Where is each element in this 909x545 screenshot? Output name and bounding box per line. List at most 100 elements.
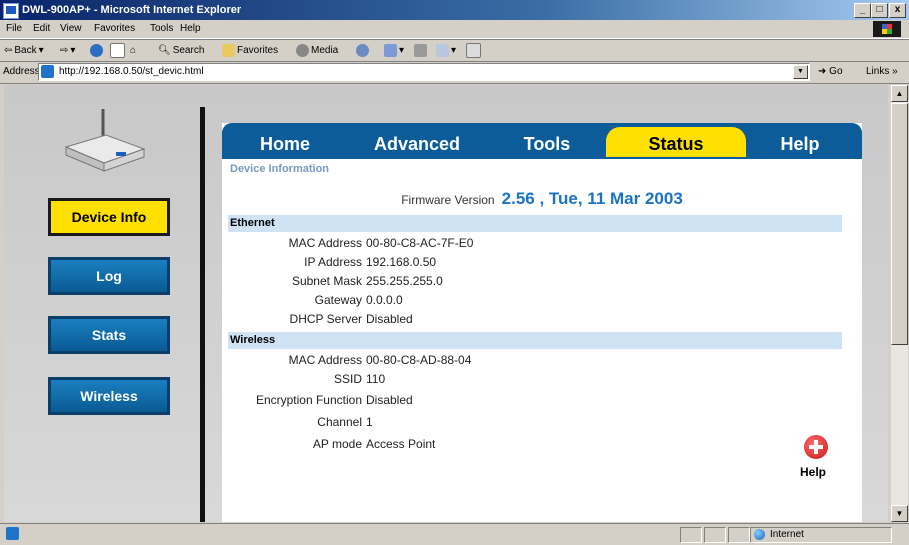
- back-button[interactable]: ⇦ Back ▾: [4, 43, 44, 57]
- refresh-button[interactable]: [110, 42, 125, 58]
- tab-home[interactable]: Home: [230, 127, 340, 157]
- discuss-icon: [466, 42, 481, 58]
- field-label: Encryption Function: [255, 393, 362, 407]
- discuss-button[interactable]: [466, 42, 481, 58]
- window-title: DWL-900AP+ - Microsoft Internet Explorer: [22, 4, 242, 16]
- go-button[interactable]: ➜ Go: [818, 66, 843, 77]
- tab-tools[interactable]: Tools: [492, 127, 602, 157]
- help-plus-icon[interactable]: [804, 435, 828, 459]
- firmware-label: Firmware Version: [401, 193, 495, 207]
- field-value: Disabled: [366, 393, 413, 407]
- field-label: IP Address: [304, 255, 362, 269]
- address-url: http://192.168.0.50/st_devic.html: [59, 66, 204, 77]
- wireless-row: AP mode Access Point: [222, 437, 842, 455]
- ethernet-row: Gateway 0.0.0.0: [222, 293, 842, 311]
- field-label: Gateway: [314, 293, 362, 307]
- tab-advanced[interactable]: Advanced: [352, 127, 482, 157]
- sidebar-item-device-info[interactable]: Device Info: [48, 198, 170, 236]
- field-value: 0.0.0.0: [366, 293, 403, 307]
- page-title: Device Information: [230, 163, 330, 175]
- search-button[interactable]: 🔍︎ Search: [158, 43, 204, 57]
- mail-button[interactable]: ▾: [384, 43, 404, 57]
- toolbar: ⇦ Back ▾ ⇨ ▾ ⌂ 🔍︎ Search Favorites Media …: [0, 39, 909, 62]
- close-button[interactable]: x: [889, 3, 906, 18]
- links-button[interactable]: Links »: [866, 66, 898, 77]
- address-input[interactable]: http://192.168.0.50/st_devic.html ▼: [38, 63, 810, 81]
- status-panel: [728, 527, 750, 543]
- help-link[interactable]: Help: [800, 465, 826, 479]
- print-button[interactable]: [414, 43, 427, 57]
- ethernet-row: Subnet Mask 255.255.255.0: [222, 274, 842, 292]
- back-arrow-icon: ⇦: [4, 44, 13, 56]
- print-icon: [414, 43, 427, 57]
- back-label: Back: [14, 44, 37, 56]
- menu-tools[interactable]: Tools: [150, 23, 173, 34]
- sidebar-item-log[interactable]: Log: [48, 257, 170, 295]
- field-value: 192.168.0.50: [366, 255, 437, 269]
- page-icon: [41, 65, 54, 78]
- refresh-icon: [110, 42, 125, 58]
- menu-favorites[interactable]: Favorites: [94, 23, 135, 34]
- edit-button[interactable]: ▾: [436, 43, 456, 57]
- main-panel: Home Advanced Tools Status Help Device I…: [222, 123, 862, 522]
- address-bar: Address http://192.168.0.50/st_devic.htm…: [0, 61, 909, 84]
- search-label: Search: [172, 44, 205, 56]
- access-point-device-icon: [64, 109, 146, 172]
- field-value: Disabled: [366, 312, 413, 326]
- windows-logo-icon: [873, 21, 901, 37]
- ethernet-row: MAC Address 00-80-C8-AC-7F-E0: [222, 236, 842, 254]
- status-bar: Internet: [0, 523, 909, 545]
- panel-divider: [200, 107, 205, 522]
- zone-label: Internet: [770, 529, 804, 540]
- wireless-row: SSID 110: [222, 372, 842, 390]
- ethernet-row: IP Address 192.168.0.50: [222, 255, 842, 273]
- field-label: MAC Address: [288, 353, 362, 367]
- address-dropdown-button[interactable]: ▼: [793, 65, 808, 79]
- scroll-down-button[interactable]: ▼: [891, 505, 908, 522]
- vertical-scrollbar[interactable]: ▲ ▼: [891, 85, 908, 522]
- menu-help[interactable]: Help: [180, 23, 201, 34]
- home-button[interactable]: ⌂: [130, 43, 136, 57]
- minimize-button[interactable]: _: [854, 3, 871, 18]
- scroll-thumb[interactable]: [891, 103, 908, 345]
- field-value: 00-80-C8-AD-88-04: [366, 353, 472, 367]
- field-label: Subnet Mask: [291, 274, 362, 288]
- tab-help[interactable]: Help: [750, 127, 850, 157]
- field-label: MAC Address: [288, 236, 362, 250]
- address-label: Address: [3, 66, 40, 77]
- forward-button[interactable]: ⇨ ▾: [60, 43, 75, 57]
- wireless-row: MAC Address 00-80-C8-AD-88-04: [222, 353, 842, 371]
- field-value: 255.255.255.0: [366, 274, 443, 288]
- dropdown-icon: ▾: [38, 44, 44, 56]
- field-label: SSID: [333, 372, 362, 386]
- media-icon: [296, 43, 309, 57]
- menu-file[interactable]: File: [6, 23, 22, 34]
- edit-icon: [436, 43, 449, 57]
- field-value: 110: [366, 372, 386, 386]
- history-button[interactable]: [356, 43, 369, 57]
- wireless-section-header: Wireless: [228, 332, 842, 349]
- tab-status[interactable]: Status: [606, 127, 746, 157]
- status-panel: [680, 527, 702, 543]
- stop-button[interactable]: [90, 43, 103, 57]
- history-icon: [356, 43, 369, 57]
- sidebar-item-wireless[interactable]: Wireless: [48, 377, 170, 415]
- home-icon: ⌂: [130, 44, 137, 56]
- maximize-button[interactable]: □: [871, 3, 888, 18]
- scroll-up-button[interactable]: ▲: [891, 85, 908, 102]
- favorites-label: Favorites: [237, 44, 279, 56]
- search-icon: 🔍︎: [158, 44, 171, 56]
- sidebar-item-stats[interactable]: Stats: [48, 316, 170, 354]
- ethernet-section-header: Ethernet: [228, 215, 842, 232]
- media-button[interactable]: Media: [296, 43, 338, 57]
- menu-edit[interactable]: Edit: [33, 23, 50, 34]
- field-value: Access Point: [366, 437, 436, 451]
- go-label: Go: [829, 66, 843, 77]
- go-arrow-icon: ➜: [818, 66, 827, 77]
- favorites-button[interactable]: Favorites: [222, 43, 278, 57]
- forward-arrow-icon: ⇨: [60, 44, 69, 56]
- wireless-row: Encryption Function Disabled: [222, 393, 842, 411]
- status-panel: [704, 527, 726, 543]
- menu-view[interactable]: View: [60, 23, 82, 34]
- media-label: Media: [311, 44, 339, 56]
